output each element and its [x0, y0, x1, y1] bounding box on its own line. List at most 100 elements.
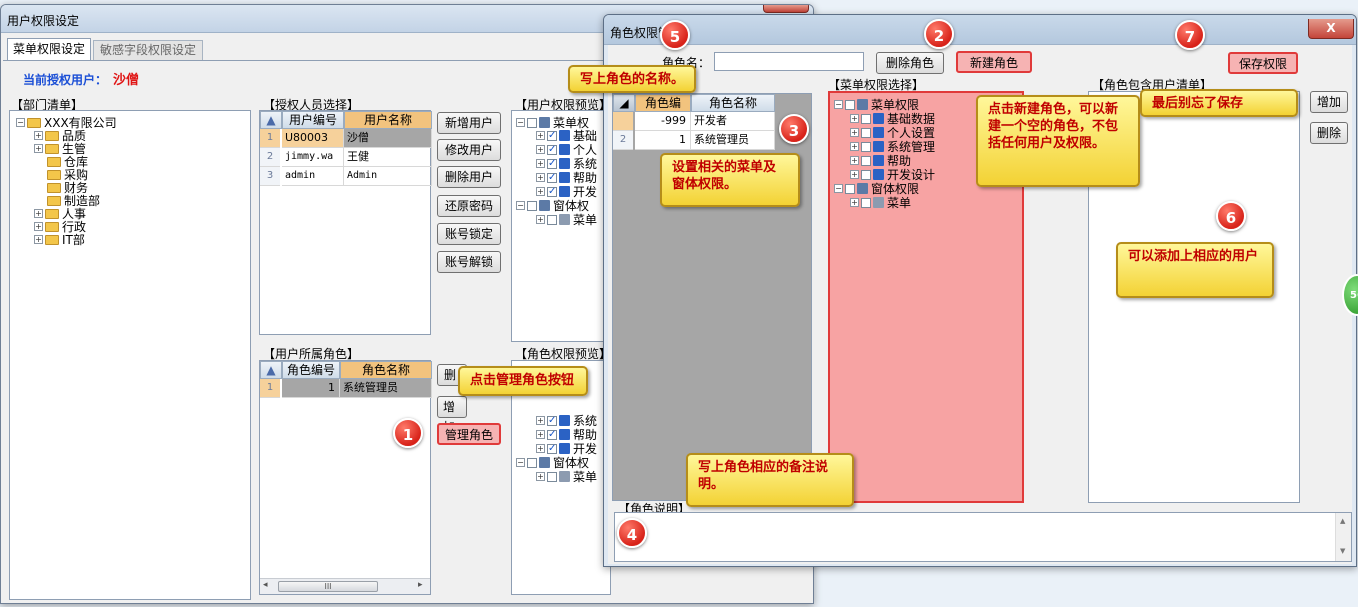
expand-icon[interactable]: + — [850, 114, 859, 123]
checkbox[interactable] — [527, 117, 537, 128]
preview-node[interactable]: + ✓ 个人 — [536, 144, 597, 156]
delete-role-button[interactable]: 删除角色 — [876, 52, 944, 74]
collapse-icon[interactable]: − — [516, 201, 525, 210]
expand-icon[interactable]: + — [34, 144, 43, 153]
collapse-icon[interactable]: − — [16, 118, 25, 127]
checkbox[interactable]: ✓ — [547, 443, 557, 454]
checkbox[interactable] — [547, 214, 557, 225]
dept-node[interactable]: 制造部 — [47, 195, 100, 207]
scroll-left-arrow[interactable]: ◂ — [263, 580, 268, 590]
checkbox[interactable] — [547, 471, 557, 482]
role-name-input[interactable] — [714, 52, 864, 71]
checkbox[interactable] — [861, 113, 871, 124]
expand-icon[interactable]: + — [536, 159, 545, 168]
dialog-close-button[interactable]: X — [1308, 19, 1354, 39]
dialog-role-header-name[interactable]: 角色名称 — [691, 94, 775, 112]
expand-icon[interactable]: + — [536, 472, 545, 481]
user-name-cell[interactable]: 沙僧 — [344, 129, 432, 148]
user-id-cell[interactable]: jimmy.wa — [282, 148, 344, 167]
scroll-right-arrow[interactable]: ▸ — [418, 580, 423, 590]
expand-icon[interactable]: + — [536, 173, 545, 182]
add-role-button[interactable]: 增加 — [437, 396, 467, 434]
dept-node[interactable]: 仓库 — [47, 156, 88, 168]
scroll-down-arrow[interactable]: ▼ — [1340, 547, 1345, 555]
expand-icon[interactable]: + — [536, 430, 545, 439]
collapse-icon[interactable]: − — [516, 118, 525, 127]
dept-node[interactable]: + 品质 — [34, 130, 86, 142]
preview-node[interactable]: + ✓ 基础 — [536, 130, 597, 142]
role-preview-node[interactable]: − 窗体权 — [516, 457, 589, 469]
menu-node[interactable]: − 菜单权限 — [834, 99, 919, 111]
expand-icon[interactable]: + — [536, 145, 545, 154]
collapse-icon[interactable]: − — [834, 184, 843, 193]
checkbox[interactable]: ✓ — [547, 429, 557, 440]
scroll-thumb[interactable]: III — [278, 581, 378, 592]
collapse-icon[interactable]: − — [516, 458, 525, 467]
expand-icon[interactable]: + — [850, 128, 859, 137]
user-id-cell[interactable]: admin — [282, 167, 344, 186]
checkbox[interactable] — [527, 200, 537, 211]
menu-node[interactable]: + 基础数据 — [850, 113, 935, 125]
checkbox[interactable] — [861, 141, 871, 152]
preview-node[interactable]: + ✓ 系统 — [536, 158, 597, 170]
expand-icon[interactable]: + — [34, 209, 43, 218]
dept-node[interactable]: + 生管 — [34, 143, 86, 155]
checkbox[interactable]: ✓ — [547, 130, 557, 141]
role-name-cell[interactable]: 系统管理员 — [340, 379, 432, 398]
horizontal-scrollbar[interactable]: ◂ III ▸ — [260, 578, 430, 594]
role-preview-node[interactable]: + 菜单 — [536, 471, 597, 483]
role-id-cell[interactable]: 1 — [282, 379, 340, 398]
checkbox[interactable] — [527, 457, 537, 468]
dialog-role-header-id[interactable]: 角色编 — [635, 94, 691, 112]
user-id-cell[interactable]: U80003 — [282, 129, 344, 148]
new-role-button[interactable]: 新建角色 — [956, 51, 1032, 73]
checkbox[interactable] — [861, 197, 871, 208]
lock-account-button[interactable]: 账号锁定 — [437, 223, 501, 245]
dialog-role-id-cell[interactable]: 1 — [635, 131, 691, 150]
checkbox[interactable]: ✓ — [547, 158, 557, 169]
delete-user-button[interactable]: 删除用户 — [437, 166, 501, 188]
checkbox[interactable]: ✓ — [547, 415, 557, 426]
manage-role-button[interactable]: 管理角色 — [437, 423, 501, 445]
tab-sensitive-field[interactable]: 敏感字段权限设定 — [93, 40, 203, 60]
remove-user-from-role-button[interactable]: 删除 — [1310, 122, 1348, 144]
add-user-button[interactable]: 新增用户 — [437, 112, 501, 134]
expand-icon[interactable]: + — [536, 187, 545, 196]
role-preview-node[interactable]: + ✓ 开发 — [536, 443, 597, 455]
checkbox[interactable]: ✓ — [547, 186, 557, 197]
expand-icon[interactable]: + — [850, 170, 859, 179]
main-close-button[interactable] — [763, 5, 809, 13]
preview-node[interactable]: − 窗体权 — [516, 200, 589, 212]
unlock-account-button[interactable]: 账号解锁 — [437, 251, 501, 273]
expand-icon[interactable]: + — [34, 222, 43, 231]
expand-icon[interactable]: + — [850, 142, 859, 151]
expand-icon[interactable]: + — [850, 198, 859, 207]
expand-icon[interactable]: + — [536, 131, 545, 140]
expand-icon[interactable]: + — [536, 215, 545, 224]
dialog-role-name-cell[interactable]: 系统管理员 — [691, 131, 775, 150]
checkbox[interactable] — [845, 99, 855, 110]
add-user-to-role-button[interactable]: 增加 — [1310, 91, 1348, 113]
preview-node[interactable]: + 菜单 — [536, 214, 597, 226]
checkbox[interactable] — [861, 155, 871, 166]
user-name-cell[interactable]: Admin — [344, 167, 432, 186]
save-permission-button[interactable]: 保存权限 — [1228, 52, 1298, 74]
role-preview-node[interactable]: + ✓ 帮助 — [536, 429, 597, 441]
tab-menu-permission[interactable]: 菜单权限设定 — [7, 38, 91, 60]
user-name-cell[interactable]: 王健 — [344, 148, 432, 167]
expand-icon[interactable]: + — [34, 131, 43, 140]
expand-icon[interactable]: + — [34, 235, 43, 244]
remark-scrollbar[interactable]: ▲ ▼ — [1335, 513, 1351, 561]
dialog-role-name-cell[interactable]: 开发者 — [691, 112, 775, 131]
role-preview-node[interactable]: + ✓ 系统 — [536, 415, 597, 427]
expand-icon[interactable]: + — [850, 156, 859, 165]
role-grid-header-name[interactable]: 角色名称 — [340, 361, 432, 379]
menu-node[interactable]: + 菜单 — [850, 197, 911, 209]
menu-node[interactable]: + 个人设置 — [850, 127, 935, 139]
dept-node[interactable]: 财务 — [47, 182, 88, 194]
menu-node[interactable]: + 系统管理 — [850, 141, 935, 153]
menu-node[interactable]: + 帮助 — [850, 155, 911, 167]
user-grid-header-id[interactable]: 用户编号 — [282, 111, 344, 129]
preview-node[interactable]: + ✓ 帮助 — [536, 172, 597, 184]
edit-user-button[interactable]: 修改用户 — [437, 139, 501, 161]
